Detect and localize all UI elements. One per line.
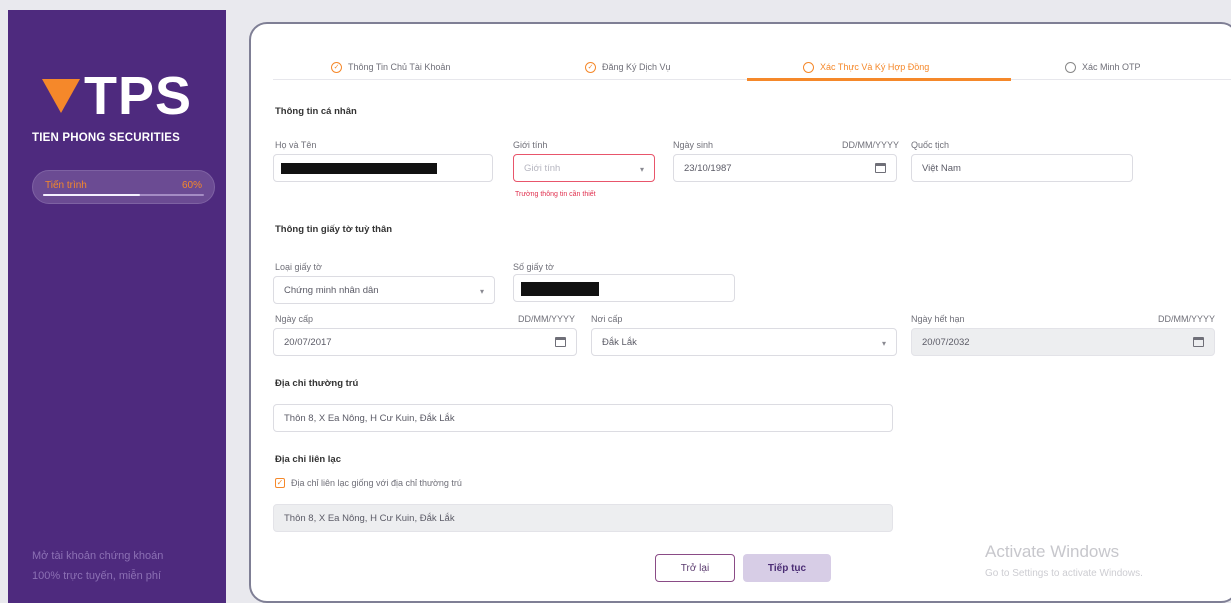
step-label: Xác Thực Và Ký Hợp Đồng <box>820 62 930 72</box>
step-verify-sign-contract[interactable]: Xác Thực Và Ký Hợp Đồng <box>803 54 929 80</box>
calendar-icon[interactable] <box>875 163 886 173</box>
tps-logo: TPS <box>42 68 202 124</box>
nationality-input[interactable]: Việt Nam <box>911 154 1133 182</box>
same-address-label[interactable]: Địa chỉ liên lạc giống với địa chỉ thườn… <box>291 478 462 488</box>
redacted-doc-number <box>521 282 599 296</box>
progress-label: Tiến trình <box>45 180 87 191</box>
issue-date-input[interactable]: 20/07/2017 <box>273 328 577 356</box>
stepper: ✓ Thông Tin Chủ Tài Khoản ✓ Đăng Ký Dịch… <box>273 54 1231 81</box>
calendar-icon[interactable] <box>555 337 566 347</box>
step-label: Đăng Ký Dịch Vụ <box>602 62 671 72</box>
gender-label: Giới tính <box>513 140 548 150</box>
activate-windows-title: Activate Windows <box>985 542 1120 561</box>
step-account-holder[interactable]: ✓ Thông Tin Chủ Tài Khoản <box>331 54 450 80</box>
progress-fill <box>43 194 140 196</box>
progress-track <box>43 194 204 196</box>
step-service-registration[interactable]: ✓ Đăng Ký Dịch Vụ <box>585 54 671 80</box>
dob-date-input[interactable]: 23/10/1987 <box>673 154 897 182</box>
form-card: ✓ Thông Tin Chủ Tài Khoản ✓ Đăng Ký Dịch… <box>249 22 1231 603</box>
issue-place-select[interactable]: Đắk Lắk ▾ <box>591 328 897 356</box>
next-button[interactable]: Tiếp tục <box>743 554 831 582</box>
check-circle-icon: ✓ <box>585 61 596 73</box>
step-otp-verification[interactable]: Xác Minh OTP <box>1065 54 1141 80</box>
doc-type-select[interactable]: Chứng minh nhân dân ▾ <box>273 276 495 304</box>
dob-label: Ngày sinh <box>673 140 714 150</box>
issue-place-value: Đắk Lắk <box>602 336 637 348</box>
expiry-date-label: Ngày hết hạn <box>911 314 965 324</box>
issue-date-format-hint: DD/MM/YYYY <box>517 314 575 324</box>
gender-error-message: Trường thông tin cần thiết <box>515 191 596 198</box>
calendar-icon <box>1193 337 1204 347</box>
logo-subtitle: TIEN PHONG SECURITIES <box>32 132 180 144</box>
chevron-down-icon: ▾ <box>639 165 644 174</box>
permanent-address-value: Thôn 8, X Ea Nông, H Cư Kuin, Đắk Lắk <box>284 412 455 424</box>
activate-windows-subtitle: Go to Settings to activate Windows. <box>985 568 1143 579</box>
identity-info-title: Thông tin giấy tờ tuỳ thân <box>275 224 393 235</box>
circle-icon <box>1065 61 1076 73</box>
step-label: Xác Minh OTP <box>1082 62 1141 72</box>
contact-address-title: Địa chỉ liên lạc <box>275 454 341 465</box>
back-button[interactable]: Trở lại <box>655 554 735 582</box>
dob-value: 23/10/1987 <box>684 162 732 174</box>
gender-select[interactable]: Giới tính ▾ <box>513 154 655 182</box>
active-step-underline <box>747 78 1011 81</box>
step-label: Thông Tin Chủ Tài Khoản <box>348 62 451 72</box>
tagline-line-2: 100% trực tuyến, miễn phí <box>32 570 162 582</box>
fullname-label: Họ và Tên <box>275 140 317 150</box>
chevron-down-icon: ▾ <box>881 339 886 348</box>
doc-type-value: Chứng minh nhân dân <box>284 284 379 296</box>
redacted-name <box>281 163 437 174</box>
doc-number-label: Số giấy tờ <box>513 262 554 272</box>
permanent-address-title: Địa chỉ thường trú <box>275 378 359 389</box>
nationality-value: Việt Nam <box>922 162 961 174</box>
progress-percent: 60% <box>181 180 202 191</box>
contact-address-input: Thôn 8, X Ea Nông, H Cư Kuin, Đắk Lắk <box>273 504 893 532</box>
expiry-date-input: 20/07/2032 <box>911 328 1215 356</box>
check-circle-icon: ✓ <box>331 61 342 73</box>
logo-text: TPS <box>84 66 193 126</box>
contact-address-value: Thôn 8, X Ea Nông, H Cư Kuin, Đắk Lắk <box>284 512 455 524</box>
sidebar: TPS TIEN PHONG SECURITIES Tiến trình 60%… <box>8 10 226 603</box>
tagline-line-1: Mở tài khoản chứng khoán <box>32 550 164 562</box>
issue-date-value: 20/07/2017 <box>284 336 332 348</box>
same-address-checkbox[interactable]: ✓ <box>275 478 285 488</box>
progress-indicator: Tiến trình 60% <box>32 170 215 204</box>
circle-icon <box>803 61 814 73</box>
expiry-date-format-hint: DD/MM/YYYY <box>1157 314 1215 324</box>
dob-format-hint: DD/MM/YYYY <box>841 140 899 150</box>
gender-placeholder: Giới tính <box>524 162 561 174</box>
sidebar-tagline: Mở tài khoản chứng khoán 100% trực tuyến… <box>32 546 163 586</box>
nationality-label: Quốc tịch <box>911 140 950 150</box>
expiry-date-value: 20/07/2032 <box>922 336 970 348</box>
logo-triangle-icon <box>42 79 80 113</box>
permanent-address-input[interactable]: Thôn 8, X Ea Nông, H Cư Kuin, Đắk Lắk <box>273 404 893 432</box>
personal-info-title: Thông tin cá nhân <box>275 106 357 117</box>
issue-place-label: Nơi cấp <box>591 314 623 324</box>
doc-type-label: Loại giấy tờ <box>275 262 322 272</box>
chevron-down-icon: ▾ <box>479 287 484 296</box>
issue-date-label: Ngày cấp <box>275 314 314 324</box>
